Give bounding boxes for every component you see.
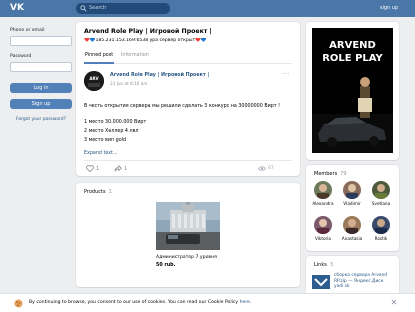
avatar [343, 181, 361, 199]
signup-button[interactable]: Sign up [10, 99, 72, 109]
product-picture [156, 202, 220, 250]
top-bar: VK sign up [0, 0, 415, 17]
like-count: 1 [96, 166, 100, 172]
phone-label: Phone or email [10, 28, 45, 33]
post-text-line: 1 место 30.000.000 Вирт [84, 120, 147, 125]
avatar-image: ARV [84, 71, 104, 91]
cover-artwork [312, 68, 393, 153]
member-photo [346, 219, 358, 234]
products-title[interactable]: Products 1 [84, 189, 112, 195]
active-tab-indicator [84, 62, 114, 64]
password-label: Password [10, 54, 32, 59]
avatar[interactable]: ARV [84, 71, 104, 91]
member-photo [317, 184, 329, 199]
cookie-text: By continuing to browse, you consent to … [29, 300, 252, 305]
links-title-label: Links [314, 262, 327, 268]
member-item[interactable]: Alexandra [311, 181, 335, 206]
post-text-line: 3 место вип gold [84, 138, 127, 143]
member-name: Anastasia [341, 236, 363, 241]
member-item[interactable]: Anastasia [340, 216, 364, 241]
login-panel: Phone or email Password Log in Sign up F… [4, 22, 72, 132]
member-name: Alexandra [312, 201, 334, 206]
link-item[interactable]: сборка сервера Arvend RP.zip — Яндекс.Ди… [334, 273, 396, 290]
cookie-banner: By continuing to browse, you consent to … [0, 293, 415, 312]
avatar [314, 216, 332, 234]
phone-field[interactable] [10, 36, 72, 46]
page-status: ❤️💙185.231.153.169:6538 ура сервер откры… [84, 38, 207, 43]
member-item[interactable]: Rostik [369, 216, 393, 241]
links-count: 3 [329, 262, 334, 268]
member-name: Vladimir [343, 201, 361, 206]
member-name: Rostik [374, 236, 388, 241]
avatar [372, 181, 390, 199]
post-text-line: 2 место Хеллер 4 лвл [84, 129, 139, 134]
search-box[interactable] [76, 3, 170, 14]
forgot-password-link[interactable]: Forgot your password? [10, 117, 72, 122]
cover-title-line: ROLE PLAY [322, 53, 383, 64]
cookie-icon [14, 299, 23, 308]
link-thumbnail-icon[interactable] [312, 275, 330, 289]
member-item[interactable]: Vladimir [340, 181, 364, 206]
avatar [372, 216, 390, 234]
close-icon[interactable]: ✕ [389, 298, 399, 308]
cover-image[interactable]: ARVEND ROLE PLAY [312, 28, 393, 153]
tab-pinned-post[interactable]: Pinned post [85, 53, 113, 58]
share-icon[interactable] [114, 165, 122, 172]
links-title[interactable]: Links 3 [314, 262, 333, 268]
eye-icon [258, 166, 266, 171]
tabs: Pinned post Information [84, 51, 292, 64]
products-title-label: Products [84, 189, 106, 195]
post-date[interactable]: 23 Jun at 8:16 am [110, 81, 147, 86]
svg-text:ARV: ARV [89, 76, 99, 81]
login-button[interactable]: Log in [10, 83, 72, 93]
member-photo [346, 184, 358, 199]
members-title[interactable]: Members 79 [314, 171, 347, 177]
post-author[interactable]: Arvend Role Play | Игровой Проект | [110, 73, 209, 78]
links-card: Links 3 сборка сервера Arvend RP.zip — Ян… [306, 256, 399, 296]
product-name[interactable]: Администратор 7 уровня [156, 255, 217, 260]
product-image[interactable] [156, 202, 220, 250]
member-name: Svetlana [371, 201, 391, 206]
cookie-policy-link[interactable]: here [240, 300, 250, 305]
member-photo [375, 184, 387, 199]
view-count: 67 [268, 166, 274, 171]
member-item[interactable]: Viktoria [311, 216, 335, 241]
repost-count: 1 [124, 166, 128, 172]
cookie-message: By continuing to browse, you consent to … [29, 300, 240, 305]
community-card: Arvend Role Play | Игровой Проект | ❤️💙1… [76, 22, 300, 176]
member-name: Viktoria [314, 236, 332, 241]
products-count: 1 [108, 189, 112, 195]
member-photo [317, 219, 329, 234]
product-price: 50 rub. [156, 263, 176, 268]
cover-title-line: ARVEND [329, 40, 376, 51]
expand-text-link[interactable]: Expand text... [84, 151, 118, 156]
tab-information[interactable]: Information [121, 53, 149, 58]
page-title: Arvend Role Play | Игровой Проект | [84, 28, 212, 35]
signup-link[interactable]: sign up [375, 4, 403, 13]
vk-logo[interactable]: VK [10, 3, 26, 14]
members-count: 79 [340, 171, 347, 177]
products-card: Products 1 Администратор 7 уровня 50 rub. [76, 183, 300, 287]
member-item[interactable]: Svetlana [369, 181, 393, 206]
members-title-label: Members [314, 171, 338, 177]
avatar [343, 216, 361, 234]
member-photo [375, 219, 387, 234]
search-icon [80, 5, 87, 12]
heart-icon[interactable] [86, 165, 94, 172]
more-icon[interactable]: ··· [281, 71, 291, 79]
members-card: Members 79 Alexandra Vladimir Svetlana Vi… [306, 165, 399, 251]
cover-card: ARVEND ROLE PLAY [306, 22, 399, 160]
password-field[interactable] [10, 62, 72, 72]
post-actions: 1 1 67 [84, 160, 292, 174]
search-input[interactable] [89, 3, 167, 14]
post-text-line: В честь открытия сервера мы решили сдела… [84, 104, 281, 109]
avatar [314, 181, 332, 199]
